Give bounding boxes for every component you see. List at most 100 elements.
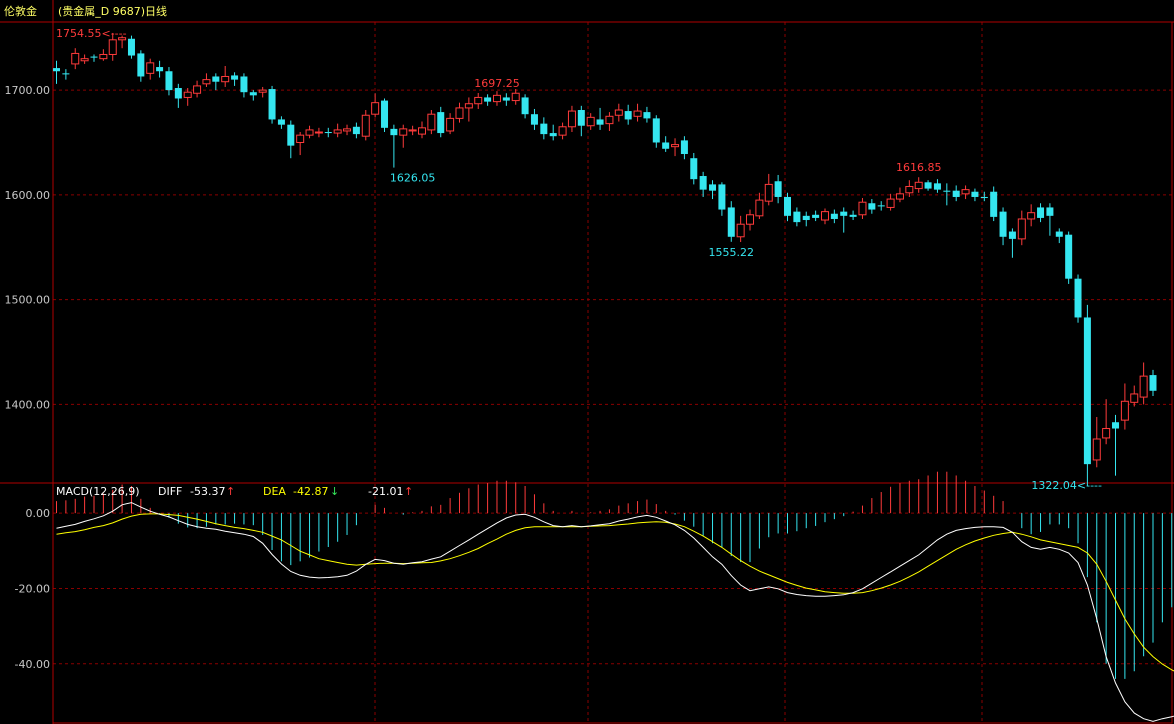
low-price-label: 1322.04<---- bbox=[1031, 479, 1102, 492]
candle-body-down bbox=[231, 75, 239, 80]
candle-body-down bbox=[390, 128, 398, 136]
candle-body-up bbox=[314, 131, 323, 134]
candle-body-up bbox=[567, 110, 576, 128]
candle-body-down bbox=[877, 205, 885, 207]
candle-body-up bbox=[193, 85, 202, 94]
candle-body-up bbox=[633, 110, 642, 117]
candle-body-up bbox=[914, 181, 923, 190]
candle-body-up bbox=[614, 109, 623, 116]
candle-body-up bbox=[183, 91, 192, 98]
candle-body-up bbox=[1027, 212, 1036, 220]
candle-body-down bbox=[774, 181, 782, 197]
candle-body-down bbox=[53, 68, 60, 72]
candle-body-down bbox=[277, 119, 285, 125]
candle-body-up bbox=[511, 92, 520, 102]
macd-tick-label: -20.00 bbox=[15, 582, 50, 595]
candle-body-down bbox=[980, 196, 988, 199]
macd-legend-name: MACD(12,26,9) bbox=[56, 485, 140, 498]
price-tick-label: 1600.00 bbox=[5, 189, 51, 202]
candle-body-down bbox=[1083, 317, 1091, 465]
price-tick-label: 1400.00 bbox=[5, 398, 51, 411]
candlestick-chart: 1700.00 1600.00 1500.00 1400.00 0.00 -20.00 -… bbox=[0, 0, 1174, 724]
candle-body-down bbox=[943, 190, 951, 192]
candle-body-down bbox=[156, 67, 164, 72]
candle-body-down bbox=[662, 142, 670, 149]
candle-body-up bbox=[764, 183, 773, 202]
candle-body-down bbox=[137, 53, 145, 77]
candle-body-down bbox=[652, 118, 660, 143]
candle-body-up bbox=[464, 103, 473, 109]
candle-body-up bbox=[1092, 438, 1101, 461]
candle-body-down bbox=[1149, 375, 1157, 391]
candle-body-up bbox=[418, 127, 426, 135]
candle-body-up bbox=[586, 116, 595, 127]
candle-body-down bbox=[690, 158, 698, 180]
candle-body-down bbox=[502, 97, 510, 101]
candle-body-up bbox=[858, 201, 867, 216]
candle-body-up bbox=[399, 128, 408, 136]
candle-body-up bbox=[1017, 218, 1026, 240]
candle-body-down bbox=[577, 110, 585, 126]
candle-body-up bbox=[296, 134, 305, 143]
candle-body-down bbox=[840, 211, 848, 216]
candle-body-down bbox=[718, 184, 726, 210]
candle-body-down bbox=[999, 211, 1007, 237]
candle-body-up bbox=[455, 107, 464, 119]
extreme-price-label: 1697.25 bbox=[474, 77, 520, 90]
candle-body-up bbox=[736, 223, 745, 238]
candle-body-up bbox=[408, 129, 417, 132]
candle-body-up bbox=[746, 214, 755, 225]
candle-body-down bbox=[868, 203, 876, 210]
candle-body-up bbox=[202, 79, 211, 85]
candle-body-down bbox=[793, 211, 801, 223]
macd-tick-label: -40.00 bbox=[15, 658, 50, 671]
price-tick-label: 1500.00 bbox=[5, 294, 51, 307]
candle-body-up bbox=[1102, 428, 1111, 439]
candle-body-down bbox=[549, 133, 557, 137]
candle-body-down bbox=[1065, 234, 1073, 279]
candle-body-down bbox=[1074, 278, 1082, 318]
macd-legend-macd-arrow: ↑ bbox=[404, 485, 413, 498]
candle-body-up bbox=[671, 144, 680, 148]
candle-body-down bbox=[1037, 207, 1045, 218]
candle-body-down bbox=[1046, 207, 1054, 216]
candle-body-down bbox=[699, 176, 707, 190]
candle-body-down bbox=[62, 73, 70, 75]
macd-legend-dea-label: DEA bbox=[263, 485, 286, 498]
candle-body-up bbox=[361, 114, 370, 137]
candle-body-down bbox=[381, 100, 389, 128]
high-price-label: 1754.55<---- bbox=[56, 27, 127, 40]
candle-body-down bbox=[784, 196, 791, 216]
candle-body-down bbox=[680, 140, 688, 155]
candle-body-down bbox=[484, 97, 492, 102]
macd-legend-dea-arrow: ↓ bbox=[330, 485, 339, 498]
candle-body-down bbox=[165, 71, 173, 91]
macd-legend-diff-label: DIFF bbox=[158, 485, 182, 498]
candle-body-down bbox=[812, 214, 820, 218]
candle-body-down bbox=[540, 123, 548, 135]
candle-body-up bbox=[492, 94, 501, 103]
candle-body-down bbox=[521, 97, 529, 115]
chart-title: 伦敦金 bbox=[4, 4, 37, 18]
candle-body-down bbox=[830, 213, 838, 219]
candle-body-down bbox=[174, 88, 182, 99]
macd-legend-diff-value: -53.37 bbox=[190, 485, 225, 498]
candle-body-up bbox=[343, 128, 352, 132]
candle-body-down bbox=[924, 182, 932, 189]
candle-body-up bbox=[1139, 375, 1148, 398]
candle-body-down bbox=[624, 111, 632, 120]
candle-body-up bbox=[820, 211, 829, 221]
candle-body-down bbox=[268, 89, 276, 120]
candle-body-down bbox=[249, 92, 257, 96]
extreme-price-label: 1555.22 bbox=[709, 246, 755, 259]
candle-body-down bbox=[849, 214, 857, 217]
candle-body-down bbox=[709, 184, 717, 191]
candle-body-up bbox=[427, 113, 436, 131]
chart-subtitle: (贵金属_D 9687)日线 bbox=[58, 4, 167, 18]
extreme-price-label: 1626.05 bbox=[390, 172, 436, 185]
candle-body-up bbox=[886, 198, 895, 208]
candle-body-down bbox=[596, 119, 604, 125]
candle-body-down bbox=[933, 183, 941, 190]
candle-body-up bbox=[71, 52, 80, 65]
candle-body-down bbox=[437, 112, 445, 134]
